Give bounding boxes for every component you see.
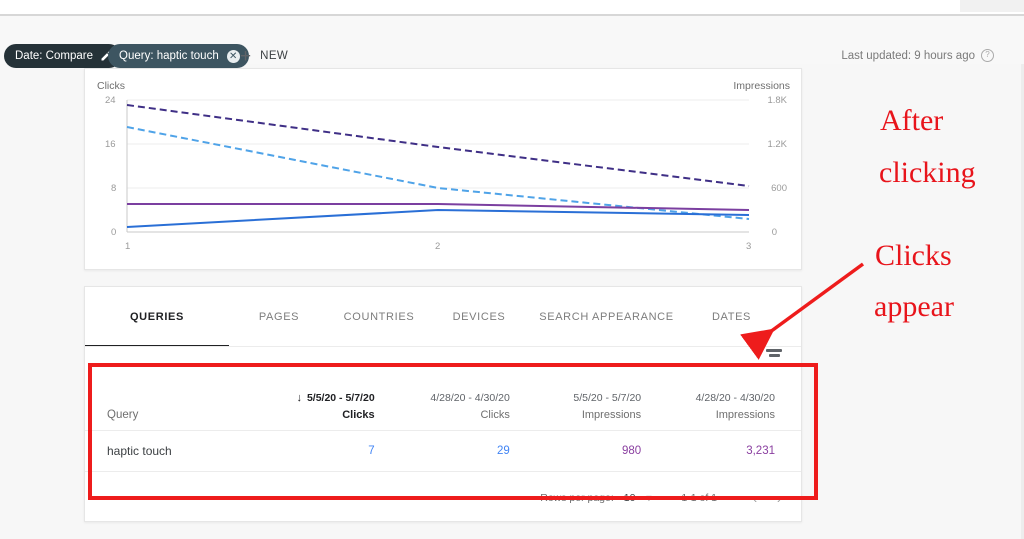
pagination-next-button[interactable]: › [767, 491, 791, 506]
sort-arrow-icon: ↓ [296, 392, 302, 404]
cell-query: haptic touch [85, 430, 266, 472]
col-query[interactable]: Query [85, 373, 266, 431]
filter-bar: Date: Compare Query: haptic touch ✕ + NE… [0, 16, 1024, 68]
tab-devices[interactable]: DEVICES [429, 287, 529, 347]
new-filter-label: NEW [260, 50, 289, 62]
cell-impressions-current: 980 [535, 430, 668, 472]
cell-clicks-current: 7 [265, 430, 401, 472]
pagination-range: 1-1 of 1 [681, 492, 717, 504]
table-row[interactable]: haptic touch 7 29 980 3,231 [85, 430, 801, 472]
col-clicks-current-metric: Clicks [342, 409, 375, 421]
plus-icon: + [240, 45, 252, 67]
app-root: Date: Compare Query: haptic touch ✕ + NE… [0, 0, 1024, 539]
chevron-down-icon: ▼ [644, 493, 654, 503]
chip-date-compare[interactable]: Date: Compare [4, 44, 121, 68]
col-clicks-previous-metric: Clicks [480, 409, 510, 421]
pagination-prev-button[interactable]: ‹ [743, 491, 767, 506]
chip-query-filter[interactable]: Query: haptic touch ✕ [108, 44, 249, 68]
filter-list-icon[interactable] [765, 349, 783, 365]
queries-table-body: haptic touch 7 29 980 3,231 [85, 430, 801, 472]
tabs-divider [85, 346, 801, 347]
new-filter-button[interactable]: + NEW [240, 45, 288, 67]
series-impressions-previous [126, 126, 750, 220]
chip-date-compare-label: Date: Compare [15, 50, 93, 62]
tab-search-appearance[interactable]: SEARCH APPEARANCE [529, 287, 684, 347]
performance-table-card: QUERIES PAGES COUNTRIES DEVICES SEARCH A… [84, 286, 802, 522]
cell-clicks-previous: 29 [400, 430, 536, 472]
chart-plot-area [126, 99, 750, 233]
col-clicks-current-date-text: 5/5/20 - 5/7/20 [306, 392, 375, 404]
browser-tab-stub [960, 0, 1024, 12]
tab-queries[interactable]: QUERIES [85, 287, 229, 347]
last-updated: Last updated: 9 hours ago ? [841, 49, 994, 62]
col-impressions-current-metric: Impressions [581, 409, 642, 421]
col-clicks-current-date: ↓ 5/5/20 - 5/7/20 [266, 392, 375, 404]
tab-countries[interactable]: COUNTRIES [329, 287, 429, 347]
col-impressions-previous[interactable]: 4/28/20 - 4/30/20 Impressions [667, 373, 801, 431]
col-impressions-current-date: 5/5/20 - 5/7/20 [573, 392, 642, 404]
series-clicks-previous [126, 208, 750, 228]
performance-chart-card: Clicks Impressions 24 16 8 0 1.8K 1.2K 6… [84, 68, 802, 270]
annotation-line-4: appear [874, 290, 954, 323]
col-impressions-previous-metric: Impressions [715, 409, 775, 421]
tab-pages[interactable]: PAGES [229, 287, 329, 347]
queries-table: Query ↓ 5/5/20 - 5/7/20 Clicks 4/28/20 - … [85, 373, 801, 472]
annotation-line-2: clicking [879, 156, 976, 189]
rows-per-page-value: 10 [623, 492, 636, 504]
series-impressions-current [126, 104, 750, 187]
col-impressions-previous-date: 4/28/20 - 4/30/20 [695, 392, 775, 404]
queries-table-head: Query ↓ 5/5/20 - 5/7/20 Clicks 4/28/20 - … [85, 373, 801, 431]
annotation-line-3: Clicks [875, 239, 952, 272]
close-icon[interactable]: ✕ [226, 49, 240, 63]
rows-per-page-label: Rows per page: [540, 492, 614, 504]
last-updated-text: Last updated: 9 hours ago [841, 49, 975, 62]
table-pagination: Rows per page: 10 ▼ 1-1 of 1 ‹ › [85, 485, 801, 511]
col-impressions-current[interactable]: 5/5/20 - 5/7/20 Impressions [535, 373, 668, 431]
table-tabs: QUERIES PAGES COUNTRIES DEVICES SEARCH A… [85, 287, 801, 347]
chip-query-filter-label: Query: haptic touch [119, 50, 219, 62]
cell-impressions-previous: 3,231 [667, 430, 801, 472]
tab-dates[interactable]: DATES [684, 287, 779, 347]
col-clicks-previous-date: 4/28/20 - 4/30/20 [430, 392, 510, 404]
table-header-row: Query ↓ 5/5/20 - 5/7/20 Clicks 4/28/20 - … [85, 373, 801, 431]
annotation-line-1: After [880, 104, 944, 137]
help-icon[interactable]: ? [981, 49, 994, 62]
rows-per-page-select[interactable]: 10 ▼ [624, 492, 654, 504]
col-clicks-current[interactable]: ↓ 5/5/20 - 5/7/20 Clicks [265, 373, 401, 431]
browser-top-strip [0, 0, 1024, 14]
col-clicks-previous[interactable]: 4/28/20 - 4/30/20 Clicks [400, 373, 536, 431]
